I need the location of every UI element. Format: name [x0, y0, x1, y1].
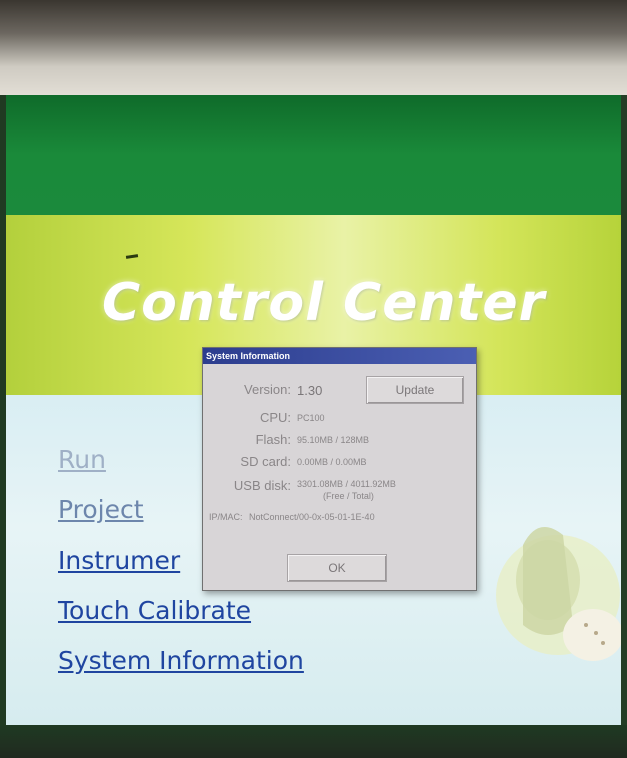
usb-disk-label: USB disk: — [233, 478, 291, 493]
ip-mac-label: IP/MAC: — [209, 512, 243, 522]
app-title: Control Center — [102, 273, 546, 333]
cpu-label: CPU: — [259, 410, 291, 425]
device-bezel-bottom — [0, 725, 627, 758]
header-band — [6, 95, 621, 215]
ip-mac-value: NotConnect/00-0x-05-01-1E-40 — [249, 512, 375, 522]
version-value: 1.30 — [297, 383, 323, 398]
flash-label: Flash: — [255, 432, 291, 447]
device-bezel-top — [0, 0, 627, 95]
device-bezel-right — [621, 95, 627, 725]
menu-item-instrument[interactable]: Instrumer — [58, 546, 180, 575]
version-label: Version: — [244, 382, 291, 397]
flash-value: 95.10MB / 128MB — [297, 435, 370, 445]
update-button[interactable]: Update — [366, 376, 464, 404]
menu-item-system-information[interactable]: System Information — [58, 646, 304, 675]
menu-item-project[interactable]: Project — [58, 495, 144, 524]
usb-disk-value: 3301.08MB / 4011.92MB — [297, 479, 396, 489]
menu-item-touch-calibrate[interactable]: Touch Calibrate — [58, 596, 251, 625]
system-information-dialog: System Information Version: 1.30 Update … — [202, 347, 477, 591]
dialog-title: System Information — [203, 348, 476, 364]
sd-card-value: 0.00MB / 0.00MB — [297, 457, 367, 467]
screen: Control Center Run Project Instrumer Tou… — [6, 95, 621, 725]
menu-item-run[interactable]: Run — [58, 445, 106, 474]
usb-disk-note: (Free / Total) — [323, 491, 374, 501]
ok-button[interactable]: OK — [287, 554, 387, 582]
decorative-illustration-icon — [496, 527, 621, 661]
sd-card-label: SD card: — [240, 454, 291, 469]
cpu-value: PC100 — [297, 413, 325, 423]
